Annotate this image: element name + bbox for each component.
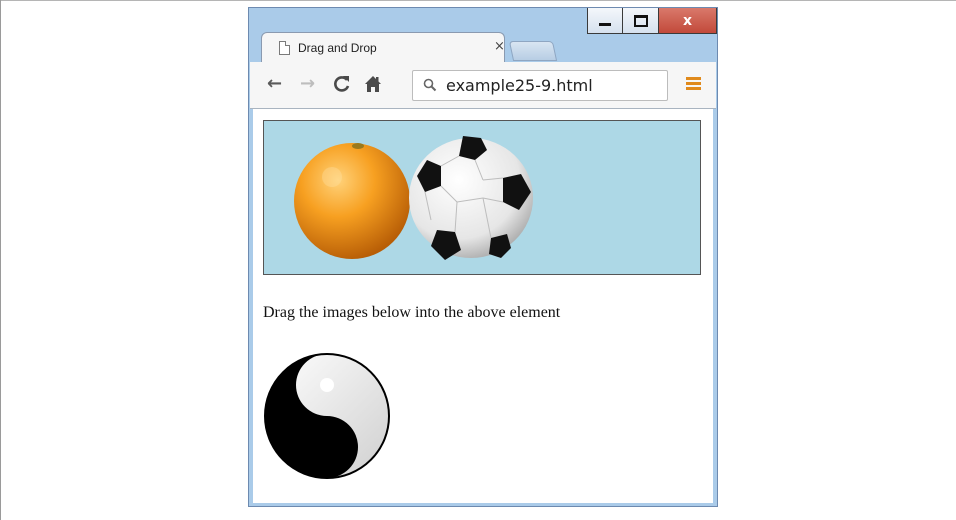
browser-toolbar: ← → example25-9.html: [250, 62, 716, 109]
search-icon: [423, 78, 437, 92]
browser-window: x Drag and Drop × ← → example25-9.html D…: [248, 7, 718, 507]
forward-icon[interactable]: →: [300, 75, 315, 93]
new-tab-button[interactable]: [508, 41, 558, 61]
instruction-text: Drag the images below into the above ele…: [263, 304, 561, 321]
menu-icon[interactable]: [686, 77, 701, 92]
tab-title: Drag and Drop: [298, 41, 377, 55]
close-window-button[interactable]: x: [659, 8, 717, 34]
maximize-icon: [633, 14, 648, 27]
url-text[interactable]: example25-9.html: [446, 76, 593, 95]
soccer-ball-image[interactable]: [407, 136, 535, 260]
tab-drag-and-drop[interactable]: Drag and Drop ×: [261, 32, 505, 63]
drop-target[interactable]: [263, 120, 701, 275]
screen-border-top: [0, 0, 956, 1]
home-icon[interactable]: [364, 75, 382, 97]
tab-close-icon[interactable]: ×: [494, 39, 505, 54]
page-icon: [279, 41, 290, 55]
close-icon: x: [682, 12, 693, 29]
maximize-button[interactable]: [623, 8, 659, 34]
screen-border-left: [0, 0, 1, 520]
yin-yang-image[interactable]: [263, 352, 391, 480]
minimize-icon: [599, 23, 611, 26]
reload-icon[interactable]: [333, 75, 351, 96]
address-bar[interactable]: example25-9.html: [412, 70, 668, 101]
orange-image[interactable]: [292, 139, 412, 259]
minimize-button[interactable]: [587, 8, 623, 34]
page-viewport: Drag the images below into the above ele…: [253, 109, 713, 503]
back-icon[interactable]: ←: [267, 75, 282, 93]
window-controls: x: [587, 8, 717, 34]
